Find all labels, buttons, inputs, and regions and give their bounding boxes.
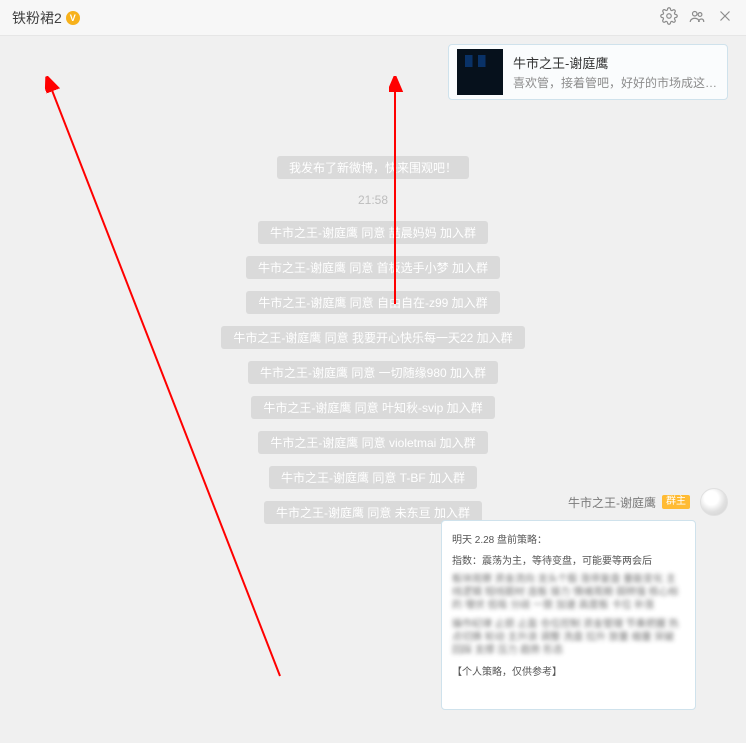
verified-badge-icon: V [66, 11, 80, 25]
chat-header: 铁粉裙2 V [0, 0, 746, 36]
doc-line: 指数：震荡为主，等待变盘，可能要等两会后 [452, 552, 685, 567]
system-msg: 牛市之王-谢庭鹰 同意 我要开心快乐每一天22 加入群 [221, 326, 524, 349]
system-msg: 牛市之王-谢庭鹰 同意 一切随缘980 加入群 [248, 361, 498, 384]
banner-pill[interactable]: 我发布了新微博，快来围观吧！ [277, 156, 469, 179]
members-icon[interactable] [688, 7, 706, 28]
doc-footer: 【个人策略，仅供参考】 [452, 663, 685, 678]
doc-blurred-content: 操作纪律 止损 止盈 仓位控制 资金管理 节奏把握 热点切换 轮动 主升浪 调整… [452, 618, 685, 657]
system-messages: 我发布了新微博，快来围观吧！ 21:58 牛市之王-谢庭鹰 同意 喆晨妈妈 加入… [0, 156, 746, 524]
system-msg: 牛市之王-谢庭鹰 同意 喆晨妈妈 加入群 [258, 221, 488, 244]
shared-link-card[interactable]: 牛市之王-谢庭鹰 喜欢管，接着管吧，好好的市场成这样... [448, 44, 728, 100]
chat-title: 铁粉裙2 [12, 8, 62, 28]
chat-title-row: 铁粉裙2 V [12, 8, 80, 28]
message-sender-row: 牛市之王-谢庭鹰 群主 [568, 488, 728, 516]
system-msg: 牛市之王-谢庭鹰 同意 叶知秋-svip 加入群 [251, 396, 494, 419]
doc-blurred-content: 板块观察 资金流向 龙头个股 涨停复盘 量能变化 主线逻辑 短线题材 连板 接力… [452, 573, 685, 612]
avatar[interactable] [700, 488, 728, 516]
timestamp: 21:58 [358, 193, 388, 207]
image-message-bubble[interactable]: 明天 2.28 盘前策略： 指数：震荡为主，等待变盘，可能要等两会后 板块观察 … [441, 520, 696, 710]
card-text: 牛市之王-谢庭鹰 喜欢管，接着管吧，好好的市场成这样... [513, 53, 719, 91]
system-msg: 牛市之王-谢庭鹰 同意 首板选手小梦 加入群 [246, 256, 500, 279]
close-icon[interactable] [716, 7, 734, 28]
system-msg: 牛市之王-谢庭鹰 同意 自由自在-z99 加入群 [246, 291, 499, 314]
header-actions [660, 7, 734, 28]
sender-name[interactable]: 牛市之王-谢庭鹰 [568, 494, 656, 511]
doc-line: 明天 2.28 盘前策略： [452, 531, 685, 546]
card-subtitle: 喜欢管，接着管吧，好好的市场成这样... [513, 74, 719, 91]
gear-icon[interactable] [660, 7, 678, 28]
owner-badge: 群主 [662, 495, 690, 509]
card-thumbnail [457, 49, 503, 95]
chat-content: 牛市之王-谢庭鹰 喜欢管，接着管吧，好好的市场成这样... 我发布了新微博，快来… [0, 36, 746, 707]
system-msg: 牛市之王-谢庭鹰 同意 T-BF 加入群 [269, 466, 477, 489]
system-msg: 牛市之王-谢庭鹰 同意 violetmai 加入群 [258, 431, 487, 454]
card-title: 牛市之王-谢庭鹰 [513, 53, 719, 72]
